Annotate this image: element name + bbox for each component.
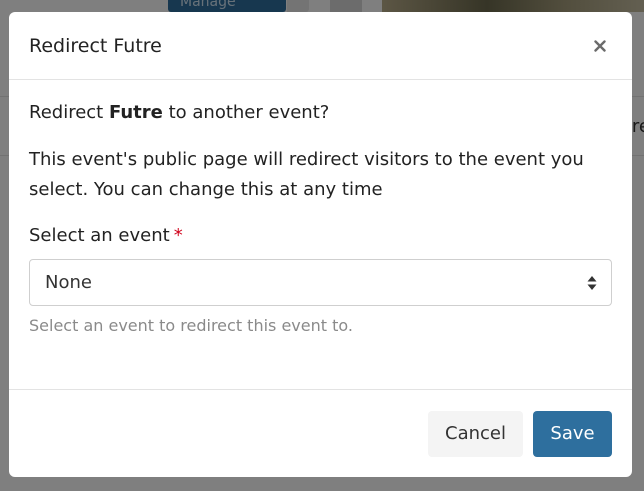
modal-body: Redirect Futre to another event? This ev… [9,80,632,335]
modal-footer: Cancel Save [9,389,632,477]
cancel-button[interactable]: Cancel [428,410,523,457]
save-button[interactable]: Save [533,410,612,457]
question-prefix: Redirect [29,102,109,123]
select-event-label: Select an event * [29,225,612,246]
modal-header: Redirect Futre [9,12,632,80]
modal-title: Redirect Futre [29,34,162,57]
redirect-modal: Redirect Futre Redirect Futre to another… [9,12,632,477]
close-button[interactable] [588,34,612,58]
close-icon [594,39,606,52]
event-select[interactable]: None [29,259,612,306]
sort-arrows-icon [587,275,597,291]
event-select-value: None [45,272,92,293]
select-event-label-text: Select an event [29,225,170,246]
question-suffix: to another event? [162,102,330,123]
redirect-description: This event's public page will redirect v… [29,149,584,200]
required-indicator: * [173,225,183,246]
redirect-question: Redirect Futre to another event? [29,102,612,123]
event-name: Futre [108,102,163,123]
select-help-text: Select an event to redirect this event t… [29,316,353,335]
